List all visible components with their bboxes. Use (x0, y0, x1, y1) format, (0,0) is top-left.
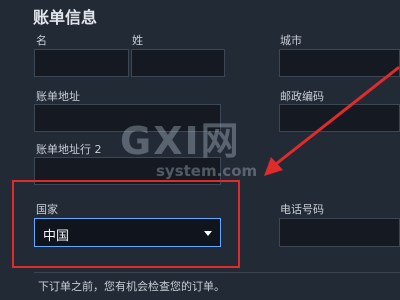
postal-code-field[interactable] (279, 104, 400, 132)
country-label: 国家 (36, 203, 58, 216)
billing-panel: 账单信息 名 姓 城市 账单地址 邮政编码 账单地址行 2 国家 中国 电话号码… (0, 0, 400, 300)
postal-code-label: 邮政编码 (280, 90, 324, 103)
divider (34, 272, 400, 273)
city-field[interactable] (279, 49, 400, 77)
billing-address-label: 账单地址 (36, 90, 80, 103)
city-label: 城市 (280, 34, 302, 47)
billing-address-2-label: 账单地址行 2 (36, 143, 102, 156)
country-select[interactable]: 中国 (34, 218, 221, 247)
first-name-label: 名 (36, 34, 47, 47)
phone-field[interactable] (279, 218, 400, 247)
last-name-field[interactable] (131, 49, 225, 77)
last-name-label: 姓 (132, 34, 143, 47)
watermark-logo: GXI网 (120, 119, 241, 163)
watermark-domain: system.com (156, 162, 258, 180)
footer-note: 下订单之前，您有机会检查您的订单。 (38, 280, 225, 293)
section-title: 账单信息 (33, 8, 98, 27)
phone-label: 电话号码 (280, 203, 324, 216)
first-name-field[interactable] (34, 49, 129, 77)
chevron-down-icon (204, 231, 212, 236)
country-select-value: 中国 (43, 229, 70, 244)
